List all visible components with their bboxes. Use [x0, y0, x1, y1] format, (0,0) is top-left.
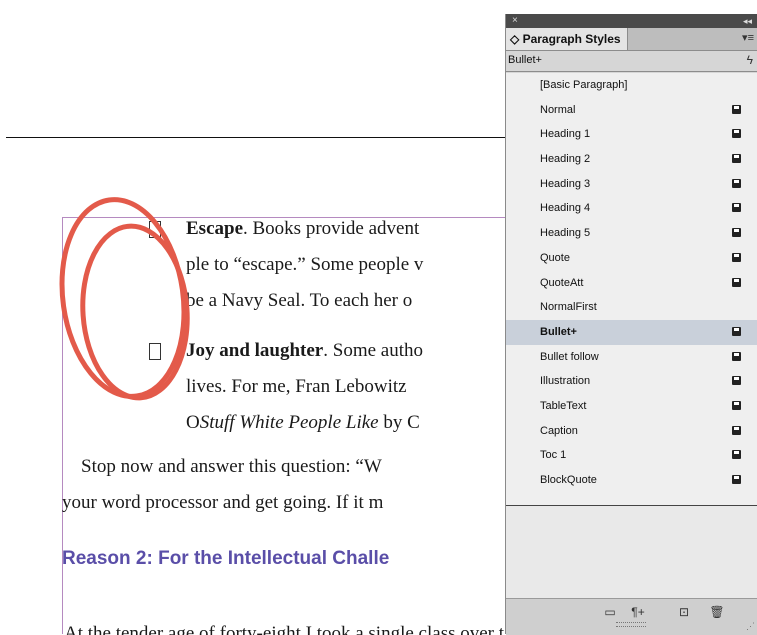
style-row[interactable]: BlockQuote	[506, 468, 757, 493]
style-row[interactable]: Bullet follow	[506, 345, 757, 370]
save-disk-icon	[732, 178, 741, 188]
panel-menu-icon[interactable]: ▾≡	[742, 31, 754, 44]
close-icon[interactable]: ×	[512, 14, 518, 28]
style-row[interactable]: Quote	[506, 246, 757, 271]
style-row[interactable]: Heading 4	[506, 196, 757, 221]
para-line1[interactable]: Stop now and answer this question: “W	[81, 456, 382, 478]
annotation-ellipse-inner	[80, 223, 190, 401]
panel-tabbar: ◇ Paragraph Styles ▾≡	[506, 28, 757, 51]
folder-icon[interactable]: ▭	[602, 605, 618, 619]
bullet2-line2[interactable]: lives. For me, Fran Lebowitz	[186, 376, 407, 398]
style-list-empty-area	[506, 506, 757, 598]
save-disk-icon	[732, 277, 741, 287]
style-label: QuoteAtt	[540, 276, 584, 289]
style-row[interactable]: QuoteAtt	[506, 271, 757, 296]
clear-overrides-icon[interactable]: ¶+	[630, 605, 646, 619]
save-disk-icon	[732, 351, 741, 361]
style-label: [Basic Paragraph]	[540, 79, 628, 91]
bullet1-line2[interactable]: ple to “escape.” Some people v	[186, 254, 423, 276]
style-label: NormalFirst	[540, 301, 597, 314]
bullet2-line3-italic: Stuff White People Like	[199, 412, 379, 433]
style-row[interactable]: Heading 2	[506, 147, 757, 172]
save-disk-icon	[732, 203, 741, 213]
panel-footer: ▭ ¶+ ⊡ 🗑 ⋰	[506, 598, 757, 635]
cut-off-text-line[interactable]: At the tender age of forty-eight I took …	[64, 623, 504, 635]
current-style-label: Bullet+	[508, 54, 542, 66]
style-row[interactable]: Toc 1	[506, 443, 757, 468]
style-label: Toc 1	[540, 449, 567, 462]
tab-paragraph-styles[interactable]: ◇ Paragraph Styles	[506, 28, 628, 50]
style-label: Bullet+	[540, 325, 577, 338]
style-row[interactable]: [Basic Paragraph]	[506, 73, 757, 98]
save-disk-icon	[732, 400, 741, 410]
para-line2[interactable]: your word processor and get going. If it…	[62, 492, 383, 514]
style-row[interactable]: Bullet+	[506, 319, 757, 345]
style-label: Heading 1	[540, 128, 591, 141]
quick-apply-icon[interactable]: ϟ	[747, 53, 753, 67]
style-label: Bullet follow	[540, 350, 599, 363]
style-row[interactable]: Heading 5	[506, 221, 757, 246]
save-disk-icon	[732, 154, 741, 164]
style-row[interactable]: NormalFirst	[506, 295, 757, 320]
style-label: Heading 4	[540, 202, 591, 215]
save-disk-icon	[732, 450, 741, 460]
save-disk-icon	[732, 376, 741, 386]
style-list: [Basic Paragraph] Normal Heading 1 Heading …	[506, 73, 757, 505]
missing-glyph-box	[149, 221, 161, 238]
style-row[interactable]: Caption	[506, 419, 757, 444]
current-style-bar: Bullet+ ϟ	[506, 51, 757, 72]
style-label: Heading 2	[540, 153, 591, 166]
style-label: Caption	[540, 424, 578, 437]
panel-titlebar[interactable]: × ◂◂	[506, 14, 757, 28]
new-style-icon[interactable]: ⊡	[676, 605, 692, 619]
style-row[interactable]: Heading 3	[506, 172, 757, 197]
save-disk-icon	[732, 425, 741, 435]
style-row[interactable]: TableText	[506, 394, 757, 419]
style-label: Normal	[540, 103, 576, 116]
bullet1-line1-text: . Books provide advent	[243, 218, 420, 239]
style-label: Heading 5	[540, 227, 591, 240]
bullet2-line1[interactable]: Joy and laughter. Some autho	[186, 340, 423, 362]
save-disk-icon	[732, 129, 741, 139]
save-disk-icon	[732, 104, 741, 114]
style-label: BlockQuote	[540, 474, 597, 486]
save-disk-icon	[732, 228, 741, 238]
save-disk-icon	[732, 252, 741, 262]
text-frame-left-edge	[62, 217, 63, 634]
trash-icon[interactable]: 🗑	[709, 605, 725, 619]
bullet2-term: Joy and laughter	[186, 340, 324, 361]
style-label: Illustration	[540, 375, 591, 388]
style-row[interactable]: Illustration	[506, 369, 757, 394]
style-row[interactable]: Normal	[506, 98, 757, 123]
style-label: TableText	[540, 399, 587, 412]
bullet2-line3-post: by C	[378, 412, 420, 433]
bullet2-line3-pre: O	[186, 412, 200, 433]
horizontal-rule	[6, 137, 506, 138]
resize-handle-icon[interactable]: ⋰	[746, 621, 755, 632]
save-disk-icon	[732, 475, 741, 484]
collapse-icon[interactable]: ◂◂	[743, 14, 752, 28]
bullet2-line1-text: . Some autho	[323, 340, 423, 361]
style-label: Quote	[540, 251, 570, 264]
panel-grip[interactable]	[616, 622, 646, 627]
save-disk-icon	[732, 326, 741, 336]
style-label: Heading 3	[540, 177, 591, 190]
paragraph-styles-panel[interactable]: × ◂◂ ◇ Paragraph Styles ▾≡ Bullet+ ϟ [Ba…	[505, 14, 757, 635]
missing-glyph-box	[149, 343, 161, 360]
bullet1-term: Escape	[186, 218, 243, 239]
annotation-ellipse-outer	[59, 197, 187, 399]
style-row[interactable]: Heading 1	[506, 122, 757, 147]
bullet2-line3[interactable]: OStuff White People Like by C	[186, 412, 420, 434]
bullet1-line3[interactable]: be a Navy Seal. To each her o	[186, 290, 412, 312]
section-heading[interactable]: Reason 2: For the Intellectual Challe	[62, 548, 389, 570]
bullet1-line1[interactable]: Escape. Books provide advent	[186, 218, 419, 240]
